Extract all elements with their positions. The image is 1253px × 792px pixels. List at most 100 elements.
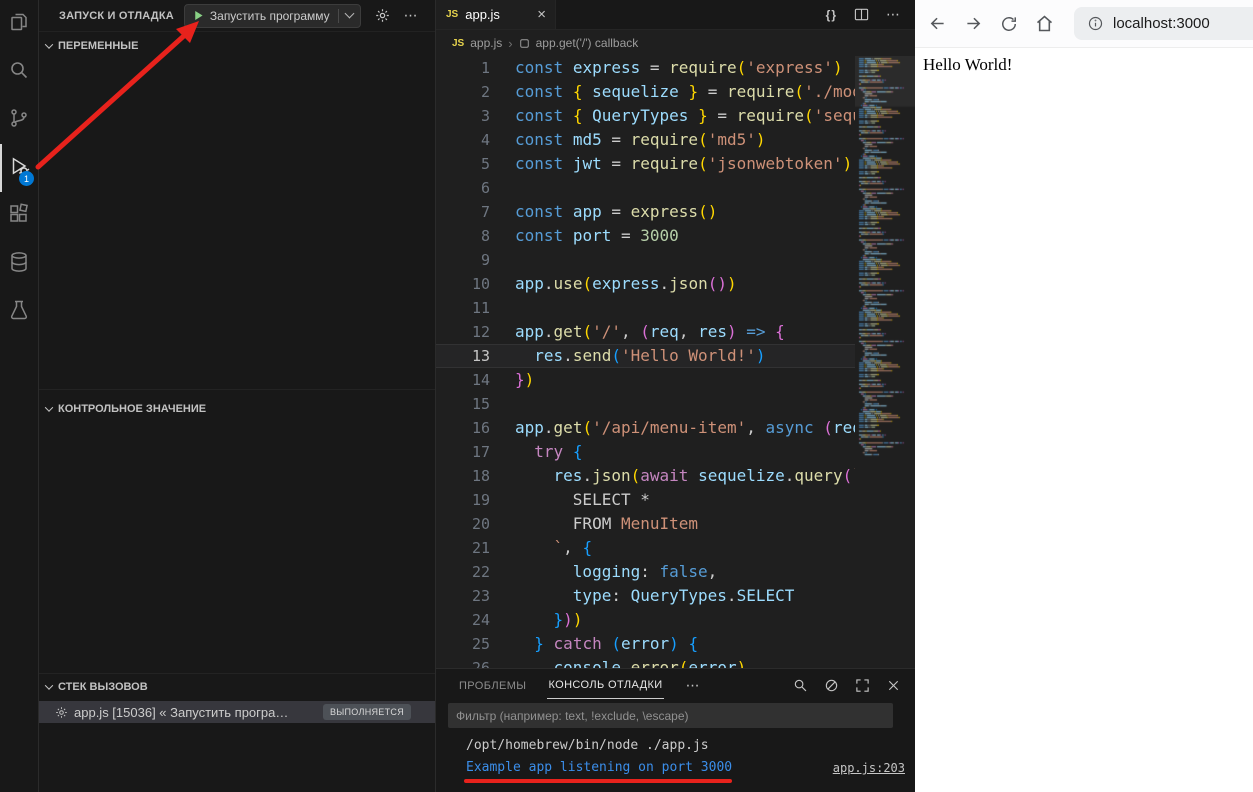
code-text: SELECT * <box>515 488 650 512</box>
code-line-2[interactable]: 2const { sequelize } = require('./models… <box>436 80 915 104</box>
code-line-22[interactable]: 22 logging: false, <box>436 560 915 584</box>
find-icon[interactable] <box>793 678 808 693</box>
code-line-21[interactable]: 21 `, { <box>436 536 915 560</box>
debug-settings-gear-icon[interactable] <box>375 8 390 23</box>
symbol-method-icon <box>519 38 530 49</box>
tab-app-js[interactable]: JS app.js × <box>436 0 556 29</box>
activity-testing[interactable] <box>0 288 38 336</box>
variables-section-header[interactable]: ПЕРЕМЕННЫЕ <box>39 36 435 56</box>
code-line-19[interactable]: 19 SELECT * <box>436 488 915 512</box>
panel-actions <box>793 678 901 693</box>
line-number: 25 <box>436 632 515 656</box>
console-filter[interactable] <box>448 703 893 728</box>
debug-count-badge: 1 <box>19 171 34 186</box>
refresh-icon[interactable] <box>999 14 1019 34</box>
line-number: 26 <box>436 656 515 668</box>
close-panel-icon[interactable] <box>886 678 901 693</box>
chevron-down-icon[interactable] <box>344 8 354 18</box>
line-number: 5 <box>436 152 515 176</box>
code-line-9[interactable]: 9 <box>436 248 915 272</box>
code-line-14[interactable]: 14}) <box>436 368 915 392</box>
code-line-6[interactable]: 6 <box>436 176 915 200</box>
activity-source-control[interactable] <box>0 96 38 144</box>
code-text: const express = require('express') <box>515 56 843 80</box>
watch-title: КОНТРОЛЬНОЕ ЗНАЧЕНИЕ <box>58 403 206 415</box>
home-icon[interactable] <box>1034 13 1055 34</box>
code-lines: 1const express = require('express')2cons… <box>436 56 915 668</box>
breadcrumb-symbol[interactable]: app.get('/') callback <box>536 36 639 50</box>
clear-console-icon[interactable] <box>824 678 839 693</box>
line-number: 21 <box>436 536 515 560</box>
activity-extensions[interactable] <box>0 192 38 240</box>
code-text: } catch (error) { <box>515 632 698 656</box>
sidebar-more-actions-icon[interactable]: ⋯ <box>404 7 419 24</box>
address-bar[interactable]: localhost:3000 <box>1074 7 1253 40</box>
activity-search[interactable] <box>0 48 38 96</box>
source-control-icon <box>7 106 31 135</box>
panel-tab-1[interactable]: КОНСОЛЬ ОТЛАДКИ <box>547 671 663 699</box>
extensions-icon <box>7 202 31 231</box>
code-line-11[interactable]: 11 <box>436 296 915 320</box>
code-line-25[interactable]: 25 } catch (error) { <box>436 632 915 656</box>
code-line-24[interactable]: 24 })) <box>436 608 915 632</box>
code-line-10[interactable]: 10app.use(express.json()) <box>436 272 915 296</box>
bottom-panel: ПРОБЛЕМЫ КОНСОЛЬ ОТЛАДКИ ⋯ <box>436 668 915 792</box>
activity-run-debug[interactable]: 1 <box>0 144 38 192</box>
code-line-15[interactable]: 15 <box>436 392 915 416</box>
url-text[interactable]: localhost:3000 <box>1113 15 1210 32</box>
code-line-16[interactable]: 16app.get('/api/menu-item', async (req, … <box>436 416 915 440</box>
code-line-8[interactable]: 8const port = 3000 <box>436 224 915 248</box>
code-line-4[interactable]: 4const md5 = require('md5') <box>436 128 915 152</box>
variables-section: ПЕРЕМЕННЫЕ <box>39 32 435 390</box>
activity-database[interactable] <box>0 240 38 288</box>
code-line-18[interactable]: 18 res.json(await sequelize.query(` <box>436 464 915 488</box>
minimap[interactable] <box>855 56 915 668</box>
more-actions-icon[interactable]: ⋯ <box>886 6 901 23</box>
code-line-3[interactable]: 3const { QueryTypes } = require('sequeli… <box>436 104 915 128</box>
console-filter-input[interactable] <box>456 709 885 723</box>
panel-tab-0[interactable]: ПРОБЛЕМЫ <box>458 672 527 699</box>
code-text: const app = express() <box>515 200 717 224</box>
running-status-badge: ВЫПОЛНЯЕТСЯ <box>323 704 411 720</box>
session-label: app.js [15036] « Запустить програ… <box>74 705 288 720</box>
call-stack-section-header[interactable]: СТЕК ВЫЗОВОВ <box>39 677 435 697</box>
watch-section-header[interactable]: КОНТРОЛЬНОЕ ЗНАЧЕНИЕ <box>39 399 435 419</box>
code-line-13[interactable]: 13 res.send('Hello World!') <box>436 344 915 368</box>
line-number: 13 <box>436 344 515 368</box>
code-text: `, { <box>515 536 592 560</box>
split-editor-icon[interactable] <box>854 7 869 22</box>
console-source-link[interactable]: app.js:203 <box>833 757 905 779</box>
code-line-1[interactable]: 1const express = require('express') <box>436 56 915 80</box>
activity-explorer[interactable] <box>0 0 38 48</box>
braces-icon[interactable]: {} <box>826 8 837 22</box>
code-line-5[interactable]: 5const jwt = require('jsonwebtoken') <box>436 152 915 176</box>
code-line-7[interactable]: 7const app = express() <box>436 200 915 224</box>
code-line-17[interactable]: 17 try { <box>436 440 915 464</box>
forward-icon[interactable] <box>963 13 984 34</box>
call-stack-session-row[interactable]: app.js [15036] « Запустить програ… ВЫПОЛ… <box>39 701 435 723</box>
code-editor[interactable]: 1const express = require('express')2cons… <box>436 56 915 668</box>
maximize-panel-icon[interactable] <box>855 678 870 693</box>
breadcrumb-file[interactable]: app.js <box>470 36 502 50</box>
play-icon <box>192 9 205 22</box>
line-number: 12 <box>436 320 515 344</box>
code-line-20[interactable]: 20 FROM MenuItem <box>436 512 915 536</box>
code-line-12[interactable]: 12app.get('/', (req, res) => { <box>436 320 915 344</box>
minimap-canvas <box>855 56 915 468</box>
browser-toolbar: localhost:3000 <box>915 0 1253 48</box>
line-number: 9 <box>436 248 515 272</box>
browser-window: localhost:3000 Hello World! <box>915 0 1253 792</box>
breadcrumb[interactable]: JS app.js › app.get('/') callback <box>436 30 915 56</box>
run-program-button[interactable]: Запустить программу <box>184 4 361 28</box>
code-line-23[interactable]: 23 type: QueryTypes.SELECT <box>436 584 915 608</box>
code-line-26[interactable]: 26 console.error(error) <box>436 656 915 668</box>
back-icon[interactable] <box>927 13 948 34</box>
editor-actions: {} ⋯ <box>826 0 915 29</box>
panel-more-tabs-icon[interactable]: ⋯ <box>686 677 701 694</box>
divider <box>338 9 339 23</box>
info-icon[interactable] <box>1087 15 1104 32</box>
close-tab-icon[interactable]: × <box>537 7 546 22</box>
code-text: res.send('Hello World!') <box>515 344 765 368</box>
js-file-icon: JS <box>446 9 458 20</box>
console-output[interactable]: /opt/homebrew/bin/node ./app.jsExample a… <box>436 735 915 792</box>
